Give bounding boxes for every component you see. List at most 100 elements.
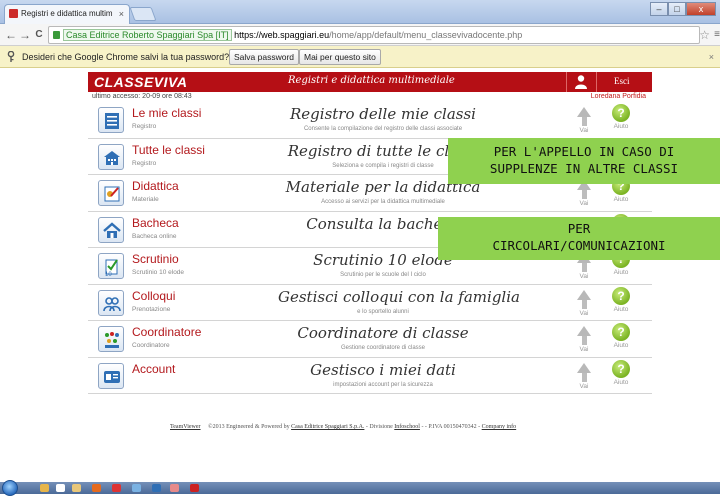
minimize-button[interactable]: –	[650, 2, 668, 16]
infobar-close-icon[interactable]: ×	[709, 46, 714, 68]
security-indicator[interactable]: Casa Editrice Roberto Spaggiari Spa [IT]	[63, 29, 232, 41]
help-button[interactable]: ?Aiuto	[608, 286, 634, 313]
chrome-menu-icon[interactable]: ≡	[714, 29, 720, 40]
help-label: Aiuto	[613, 123, 629, 130]
maximize-button[interactable]: □	[668, 2, 686, 16]
annotation-line: SUPPLENZE IN ALTRE CLASSI	[489, 161, 679, 176]
word-icon[interactable]	[152, 484, 161, 492]
group-icon[interactable]	[98, 326, 124, 352]
company-info-link[interactable]: Company info	[482, 424, 517, 430]
menu-label[interactable]: Account	[132, 362, 175, 376]
save-password-button[interactable]: Salva password	[229, 49, 300, 65]
infoschool-link[interactable]: Infoschool	[394, 424, 420, 430]
menu-description[interactable]: Registro delle mie classi	[278, 105, 488, 123]
classeviva-logo[interactable]: CLASSEVIVA	[94, 74, 187, 90]
address-bar[interactable]: Casa Editrice Roberto Spaggiari Spa [IT]…	[48, 26, 700, 44]
menu-description-detail: Gestione coordinatore di classe	[340, 345, 426, 351]
account-icon[interactable]	[98, 362, 124, 389]
go-button[interactable]: Vai	[574, 324, 594, 353]
never-for-site-button[interactable]: Mai per questo sito	[299, 49, 381, 65]
annotation-appello: PER L'APPELLO IN CASO DI SUPPLENZE IN AL…	[448, 138, 720, 184]
menu-label[interactable]: Le mie classi	[132, 106, 201, 120]
go-button[interactable]: Vai	[574, 288, 594, 317]
help-icon: ?	[612, 359, 630, 378]
media-player-icon[interactable]	[56, 484, 65, 492]
browser-tab[interactable]: Registri e didattica multim ×	[4, 4, 130, 24]
firefox-icon[interactable]	[92, 484, 101, 492]
reload-button[interactable]: C	[32, 27, 46, 43]
checklist-icon[interactable]: 10	[98, 253, 124, 279]
menu-sublabel: Registro	[132, 159, 157, 167]
explorer-icon[interactable]	[40, 484, 49, 492]
help-button[interactable]: ?Aiuto	[608, 104, 634, 130]
menu-label[interactable]: Scrutinio	[132, 252, 179, 266]
menu-label[interactable]: Colloqui	[132, 289, 175, 303]
app-icon[interactable]	[170, 484, 179, 492]
folder-icon[interactable]	[72, 484, 81, 492]
last-access: ultimo accesso: 20-09 ore 08:43	[92, 93, 192, 100]
app-icon[interactable]	[190, 484, 199, 492]
app-icon[interactable]	[132, 484, 141, 492]
menu-label[interactable]: Tutte le classi	[132, 143, 205, 157]
register-icon[interactable]	[98, 107, 124, 133]
help-icon: ?	[612, 104, 630, 122]
menu-sublabel: Materiale	[132, 196, 159, 203]
go-label: Vai	[579, 273, 589, 280]
arrow-stem	[581, 263, 587, 272]
site-favicon-icon	[9, 9, 18, 18]
browser-titlebar: Registri e didattica multim × – □ x	[0, 0, 720, 24]
help-icon: ?	[612, 323, 630, 341]
user-name[interactable]: Loredana Porfidia	[591, 93, 646, 100]
menu-description-detail: e lo sportello alunni	[357, 308, 409, 315]
go-label: Vai	[579, 127, 589, 134]
go-label: Vai	[579, 200, 589, 207]
people-icon[interactable]	[98, 289, 124, 316]
menu-description-detail: Accesso ai servizi per la didattica mult…	[321, 199, 445, 205]
chrome-icon[interactable]	[112, 484, 121, 492]
arrow-stem	[581, 190, 587, 199]
help-button[interactable]: ?Aiuto	[608, 323, 634, 349]
teamviewer-link[interactable]: TeamViewer	[170, 424, 201, 430]
menu-label[interactable]: Bacheca	[132, 216, 179, 230]
help-label: Aiuto	[613, 305, 629, 313]
menu-description[interactable]: Gestisci colloqui con la famiglia	[278, 288, 520, 306]
close-window-button[interactable]: x	[686, 2, 716, 16]
header-separator	[566, 72, 567, 92]
menu-item-account[interactable]: Account Gestisco i miei dati impostazion…	[88, 358, 652, 394]
header-separator	[596, 72, 597, 92]
go-label: Vai	[579, 309, 589, 317]
go-button[interactable]: Vai	[574, 105, 594, 134]
session-info: ultimo accesso: 20-09 ore 08:43 Loredana…	[88, 92, 652, 102]
menu-description[interactable]: Coordinatore di classe	[278, 324, 488, 342]
user-icon[interactable]	[574, 74, 588, 90]
help-button[interactable]: ?Aiuto	[608, 359, 634, 386]
menu-sublabel: Prenotazione	[132, 305, 171, 313]
paint-icon[interactable]	[98, 180, 124, 206]
menu-item-colloqui[interactable]: Colloqui Prenotazione Gestisci colloqui …	[88, 285, 652, 321]
key-icon	[7, 51, 15, 62]
menu-description-detail: impostazioni account per la sicurezza	[333, 381, 433, 388]
home-icon[interactable]	[98, 216, 124, 243]
menu-label[interactable]: Didattica	[132, 179, 179, 193]
logout-button[interactable]: Esci	[614, 76, 630, 86]
company-link[interactable]: Casa Editrice Spaggiari S.p.A.	[291, 424, 364, 430]
bookmark-star-icon[interactable]: ☆	[699, 28, 710, 42]
menu-description[interactable]: Gestisco i miei dati	[278, 361, 488, 379]
svg-text:10: 10	[105, 272, 112, 277]
menu-label[interactable]: Coordinatore	[132, 325, 201, 339]
forward-button[interactable]: →	[18, 27, 32, 43]
tab-title: Registri e didattica multim	[21, 9, 113, 18]
menu-description-detail: Scrutinio per le scuole del I ciclo	[340, 272, 426, 278]
go-button[interactable]: Vai	[574, 361, 594, 390]
help-label: Aiuto	[613, 269, 629, 276]
window-controls: – □ x	[650, 2, 716, 16]
school-icon[interactable]	[98, 143, 124, 170]
menu-item-coordinatore[interactable]: Coordinatore Coordinatore Coordinatore d…	[88, 321, 652, 358]
tab-close-icon[interactable]: ×	[119, 5, 124, 23]
menu-item-le-mie-classi[interactable]: Le mie classi Registro Registro delle mi…	[88, 102, 652, 139]
back-button[interactable]: ←	[4, 27, 18, 43]
go-label: Vai	[579, 346, 589, 353]
arrow-up-icon	[577, 362, 591, 373]
url-path: /home/app/default/menu_classevivadocente…	[329, 30, 523, 40]
new-tab-button[interactable]	[129, 7, 157, 21]
